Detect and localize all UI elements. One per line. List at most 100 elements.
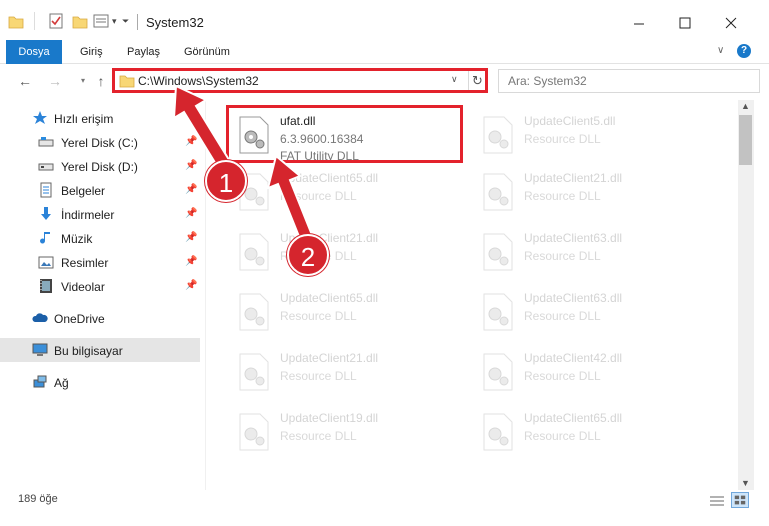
recent-locations-icon[interactable]: ▾ (74, 72, 92, 90)
file-description: Resource DLL (524, 309, 601, 323)
properties-icon[interactable] (93, 12, 109, 30)
file-item[interactable]: UpdateClient63.dll Resource DLL (472, 222, 712, 282)
file-description: Resource DLL (280, 309, 357, 323)
sidebar-item-disk-d[interactable]: Yerel Disk (D:) 📌 (0, 154, 200, 178)
details-view-icon[interactable] (708, 494, 726, 508)
file-item[interactable]: UpdateClient65.dll Resource DLL (228, 282, 468, 342)
back-button[interactable]: ← (16, 72, 34, 90)
network-icon (33, 375, 47, 388)
file-description: Resource DLL (280, 189, 357, 203)
file-name: UpdateClient19.dll (280, 411, 379, 425)
sidebar-item-label: Bu bilgisayar (54, 344, 123, 358)
sidebar-item-label: İndirmeler (61, 208, 115, 222)
documents-icon (40, 182, 52, 198)
up-button[interactable]: ↑ (92, 72, 110, 90)
sidebar-item-label: Müzik (61, 232, 93, 246)
close-button[interactable] (708, 8, 754, 38)
navigation-pane: Hızlı erişim Yerel Disk (C:) 📌 Yerel Dis… (0, 100, 205, 470)
sidebar-item-disk-c[interactable]: Yerel Disk (C:) 📌 (0, 130, 200, 154)
file-name: UpdateClient5.dll (524, 114, 616, 128)
expand-ribbon-icon[interactable]: ∨ (717, 45, 724, 56)
dll-gear-icon (239, 233, 269, 271)
customize-toolbar-icon[interactable]: ⏷ (122, 12, 132, 30)
tab-view[interactable]: Görünüm (184, 40, 230, 64)
scroll-up-icon[interactable]: ▲ (741, 101, 750, 111)
dll-gear-icon (239, 293, 269, 331)
dll-gear-icon (239, 413, 269, 451)
dll-gear-icon (483, 233, 513, 271)
sidebar-item-downloads[interactable]: İndirmeler 📌 (0, 202, 200, 226)
pin-icon[interactable]: 📌 (185, 160, 197, 171)
sidebar-item-label: Ağ (54, 376, 69, 390)
window-title: System32 (146, 15, 204, 30)
folder-icon (8, 16, 24, 29)
videos-icon (40, 279, 52, 293)
file-name: UpdateClient65.dll (280, 291, 379, 305)
quick-access-divider (34, 12, 35, 30)
sidebar-item-onedrive[interactable]: OneDrive (0, 306, 200, 330)
dll-gear-icon (483, 173, 513, 211)
pin-icon[interactable]: 📌 (185, 280, 197, 291)
file-description: Resource DLL (280, 369, 357, 383)
computer-icon (32, 343, 48, 356)
maximize-button[interactable] (662, 8, 708, 38)
address-highlight-box (112, 68, 488, 93)
sidebar-item-label: Resimler (61, 256, 109, 270)
pin-icon[interactable]: 📌 (185, 208, 197, 219)
file-item[interactable]: UpdateClient19.dll Resource DLL (228, 402, 468, 462)
cloud-icon (32, 313, 48, 322)
sidebar-item-pictures[interactable]: Resimler 📌 (0, 250, 200, 274)
pin-icon[interactable]: 📌 (185, 232, 197, 243)
sidebar-item-documents[interactable]: Belgeler 📌 (0, 178, 200, 202)
pin-icon[interactable]: 📌 (185, 136, 197, 147)
pin-icon[interactable]: 📌 (185, 184, 197, 195)
file-name: UpdateClient65.dll (280, 171, 379, 185)
tab-file[interactable]: Dosya (6, 40, 62, 64)
file-item[interactable]: UpdateClient21.dll Resource DLL (228, 342, 468, 402)
file-description: Resource DLL (524, 132, 601, 146)
pictures-icon (38, 256, 54, 269)
help-icon[interactable]: ? (737, 44, 751, 58)
sidebar-item-label: Videolar (61, 280, 105, 294)
file-description: Resource DLL (524, 249, 601, 263)
file-item[interactable]: UpdateClient5.dll Resource DLL (472, 105, 712, 165)
scroll-down-icon[interactable]: ▼ (741, 478, 750, 488)
download-icon (41, 207, 51, 220)
sidebar-item-network[interactable]: Ağ (0, 370, 200, 394)
ribbon (0, 40, 769, 64)
pin-icon[interactable]: 📌 (185, 256, 197, 267)
file-description: Resource DLL (280, 429, 357, 443)
tiles-view-icon[interactable] (731, 492, 749, 508)
scrollbar-thumb[interactable] (739, 115, 752, 165)
tab-share[interactable]: Paylaş (127, 40, 160, 64)
chevron-down-icon[interactable]: ▾ (112, 12, 122, 30)
file-name: UpdateClient42.dll (524, 351, 623, 365)
file-item[interactable]: UpdateClient42.dll Resource DLL (472, 342, 712, 402)
file-item[interactable]: UpdateClient65.dll Resource DLL (472, 402, 712, 462)
file-name: UpdateClient63.dll (524, 231, 623, 245)
file-name: UpdateClient65.dll (524, 411, 623, 425)
tab-home[interactable]: Giriş (80, 40, 103, 64)
sidebar-item-this-pc[interactable]: Bu bilgisayar (0, 338, 200, 362)
file-item[interactable]: UpdateClient63.dll Resource DLL (472, 282, 712, 342)
step-2-badge: 2 (287, 234, 329, 276)
item-count: 189 öğe (18, 493, 58, 505)
file-description: Resource DLL (524, 189, 601, 203)
sidebar-item-videos[interactable]: Videolar 📌 (0, 274, 200, 298)
new-folder-icon[interactable] (72, 12, 88, 30)
dll-gear-icon (483, 413, 513, 451)
file-item[interactable]: UpdateClient21.dll Resource DLL (472, 162, 712, 222)
step-1-badge: 1 (205, 160, 247, 202)
sidebar-item-label: Yerel Disk (D:) (61, 160, 138, 174)
properties-check-icon[interactable] (48, 12, 64, 30)
sidebar-item-music[interactable]: Müzik 📌 (0, 226, 200, 250)
file-highlight-box (226, 105, 463, 163)
search-placeholder[interactable]: Ara: System32 (508, 74, 587, 88)
dll-gear-icon (483, 353, 513, 391)
minimize-button[interactable] (616, 8, 662, 38)
file-item[interactable]: UpdateClient21.dll Resource DLL (228, 222, 468, 282)
forward-button[interactable]: → (46, 72, 64, 90)
file-item[interactable]: UpdateClient65.dll Resource DLL (228, 162, 468, 222)
sidebar-item-quick-access[interactable]: Hızlı erişim (0, 106, 200, 130)
dll-gear-icon (483, 293, 513, 331)
